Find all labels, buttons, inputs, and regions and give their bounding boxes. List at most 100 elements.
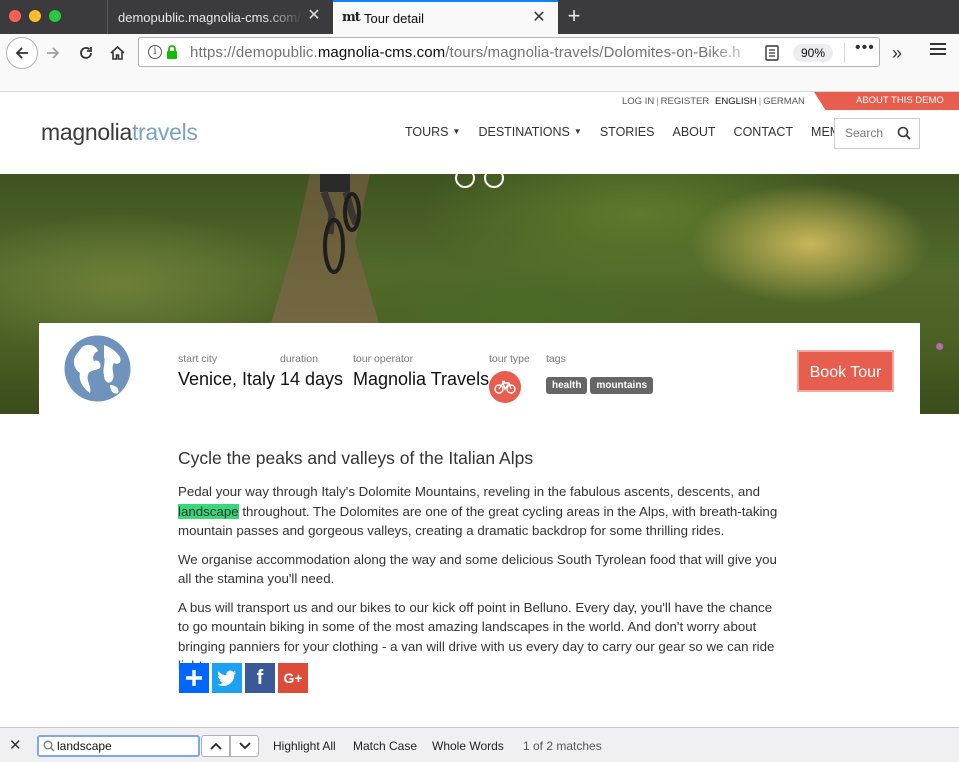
tour-operator-value: Magnolia Travels: [353, 369, 490, 389]
duration-label: duration: [280, 353, 318, 365]
login-link[interactable]: LOG IN: [622, 96, 654, 107]
reload-button[interactable]: [76, 37, 96, 69]
about-demo-link[interactable]: ABOUT THIS DEMO: [814, 92, 959, 110]
tags-field: tags: [546, 353, 566, 365]
back-button[interactable]: [6, 37, 38, 69]
nav-destinations[interactable]: DESTINATIONS ▼: [478, 125, 581, 139]
find-match-highlight: landscape: [178, 503, 239, 519]
lock-icon[interactable]: [166, 44, 178, 60]
tour-heading: Cycle the peaks and valleys of the Itali…: [178, 448, 534, 468]
close-tab-icon[interactable]: ✕: [530, 9, 548, 27]
googleplus-icon: G+: [283, 670, 303, 686]
url-prefix: https://demopublic.: [190, 44, 318, 61]
main-navigation: TOURS ▼ DESTINATIONS ▼ STORIES ABOUT CONTA…: [405, 125, 892, 139]
match-case-toggle[interactable]: Match Case: [353, 739, 417, 753]
tour-operator-field: tour operator Magnolia Travels: [353, 353, 489, 390]
url-domain: magnolia-cms.com: [317, 44, 446, 61]
nav-stories[interactable]: STORIES: [600, 125, 655, 139]
nav-contact[interactable]: CONTACT: [734, 125, 794, 139]
lang-english-link[interactable]: ENGLISH: [715, 96, 757, 107]
minimize-window-button[interactable]: [29, 10, 41, 22]
nav-about[interactable]: ABOUT: [672, 125, 715, 139]
url-path: /tours/magnolia-travels/Dolomites-on-Bik…: [445, 44, 741, 61]
overflow-menu-icon[interactable]: »: [892, 43, 902, 64]
highlight-all-toggle[interactable]: Highlight All: [273, 739, 336, 753]
close-window-button[interactable]: [9, 10, 21, 22]
paragraph-text: throughout. The Dolomites are one of the…: [178, 503, 778, 539]
logo-text-light: travels: [131, 119, 198, 145]
find-field[interactable]: [37, 735, 200, 757]
page-actions-icon[interactable]: •••: [855, 39, 875, 57]
nav-label: DESTINATIONS: [478, 125, 570, 139]
find-bar: ✕ Highlight All Match Case Whole Words 1…: [0, 727, 959, 762]
find-input[interactable]: [57, 739, 197, 753]
paragraph-1: Pedal your way through Italy's Dolomite …: [178, 482, 778, 541]
close-findbar-icon[interactable]: ✕: [9, 736, 22, 754]
account-links: LOG IN | REGISTER: [622, 96, 710, 107]
zoom-level-badge[interactable]: 90%: [793, 44, 833, 62]
twitter-bird-icon: [217, 670, 236, 686]
tab-demopublic[interactable]: demopublic.magnolia-cms.com/.res ✕: [107, 0, 333, 34]
browser-titlebar: demopublic.magnolia-cms.com/.res ✕ mt To…: [0, 0, 959, 34]
home-icon: [109, 45, 125, 60]
bike-logo-ring-icon: [484, 174, 504, 188]
hamburger-menu-icon[interactable]: [930, 43, 946, 58]
tab-title: Tour detail: [364, 10, 424, 26]
mountain-biker-image: [320, 174, 361, 274]
duration-field: duration 14 days: [280, 353, 343, 390]
lang-german-link[interactable]: GERMAN: [763, 96, 805, 107]
home-button[interactable]: [107, 37, 127, 69]
site-search-box[interactable]: [834, 118, 920, 149]
plus-icon: [186, 670, 202, 686]
share-twitter-button[interactable]: [212, 663, 242, 693]
magnolia-favicon-icon: mt: [342, 10, 361, 25]
find-next-button[interactable]: [230, 735, 259, 757]
site-logo[interactable]: magnoliatravels: [41, 119, 198, 146]
tab-title: demopublic.magnolia-cms.com/.res: [118, 9, 303, 25]
forward-button[interactable]: [43, 37, 63, 69]
language-switcher: ENGLISH | GERMAN: [715, 96, 805, 107]
caret-down-icon: ▼: [452, 127, 461, 136]
reader-view-icon[interactable]: [765, 45, 779, 61]
bike-logo-ring-icon: [455, 174, 475, 188]
find-previous-button[interactable]: [201, 735, 230, 757]
share-facebook-button[interactable]: f: [245, 663, 275, 693]
info-icon[interactable]: i: [148, 45, 162, 59]
chevron-up-icon: [209, 742, 222, 750]
site-header: LOG IN | REGISTER ENGLISH | GERMAN ABOUT THI…: [0, 92, 959, 174]
url-bar[interactable]: i https://demopublic.magnolia-cms.com/to…: [138, 37, 880, 67]
find-match-status: 1 of 2 matches: [523, 739, 602, 753]
browser-navbar: i https://demopublic.magnolia-cms.com/to…: [0, 34, 959, 92]
new-tab-button[interactable]: +: [564, 3, 584, 29]
tag-health[interactable]: health: [546, 377, 588, 394]
search-icon: [43, 740, 55, 752]
search-icon[interactable]: [897, 126, 911, 140]
tag-mountains[interactable]: mountains: [590, 377, 654, 394]
nav-label: TOURS: [405, 125, 449, 139]
nav-tours[interactable]: TOURS ▼: [405, 125, 460, 139]
tour-type-badge[interactable]: [489, 371, 521, 403]
logo-text-dark: magnolia: [41, 119, 132, 145]
tour-type-field: tour type: [489, 353, 530, 365]
globe-icon: [64, 335, 131, 402]
start-city-value: Venice, Italy: [178, 369, 276, 389]
arrow-left-icon: [15, 47, 28, 59]
chevron-down-icon: [238, 742, 251, 750]
register-link[interactable]: REGISTER: [661, 96, 710, 107]
tag-list: health mountains: [546, 377, 656, 394]
duration-value: 14 days: [280, 369, 344, 389]
tour-description: Cycle the peaks and valleys of the Itali…: [178, 448, 778, 685]
paragraph-2: We organise accommodation along the way …: [178, 551, 777, 587]
start-city-field: start city Venice, Italy: [178, 353, 275, 390]
url-text[interactable]: https://demopublic.magnolia-cms.com/tour…: [190, 44, 765, 61]
maximize-window-button[interactable]: [49, 10, 61, 22]
site-search-input[interactable]: [845, 126, 901, 140]
share-googleplus-button[interactable]: G+: [278, 663, 308, 693]
tour-info-panel: start city Venice, Italy duration 14 day…: [39, 323, 920, 414]
book-tour-button[interactable]: Book Tour: [797, 350, 894, 392]
close-tab-icon[interactable]: ✕: [305, 7, 323, 25]
whole-words-toggle[interactable]: Whole Words: [432, 739, 504, 753]
share-add-button[interactable]: [179, 663, 209, 693]
url-separator: [844, 43, 845, 63]
tab-tour-detail[interactable]: mt Tour detail ✕: [333, 0, 558, 34]
